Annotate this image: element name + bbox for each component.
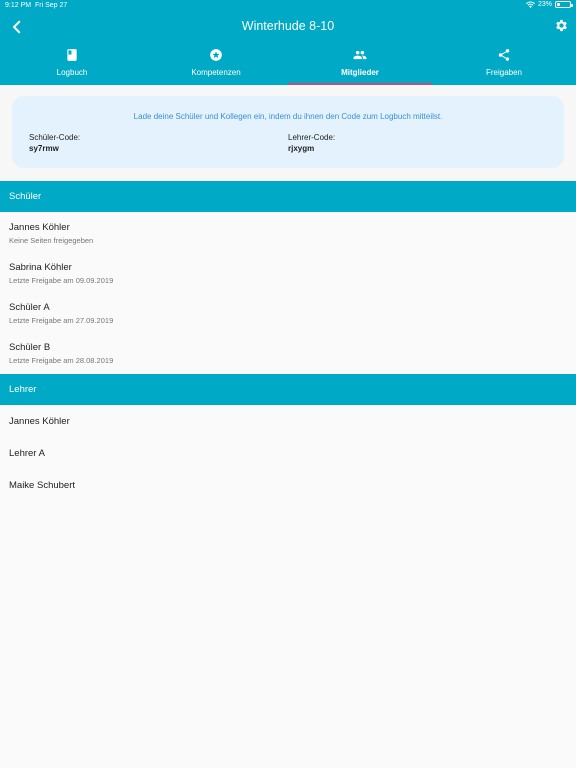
page-title: Winterhude 8-10 [241,19,335,33]
member-status: Letzte Freigabe am 27.09.2019 [9,316,114,325]
status-right: 23% [525,1,573,8]
list-item[interactable]: Jannes Köhler [0,405,576,437]
status-time: 9:12 PM [5,2,32,9]
tab-indicator [0,83,144,85]
invite-text: Lade deine Schüler und Kollegen ein, ind… [133,112,443,121]
member-name: Maike Schubert [9,480,76,491]
teacher-code-value: rjxygm [288,144,315,153]
gear-icon[interactable] [554,18,569,33]
teacher-code-block: Lehrer-Code: rjxygm [288,133,335,153]
people-icon [353,50,367,60]
tab-label: Logbuch [56,68,88,77]
section-header-students: Schüler [0,181,576,212]
member-status: Keine Seiten freigegeben [9,236,94,245]
battery-icon [555,1,573,8]
tab-logbuch[interactable]: Logbuch [0,46,144,85]
list-item[interactable]: Maike Schubert [0,469,576,501]
wifi-icon [525,1,535,8]
member-status: Letzte Freigabe am 28.08.2019 [9,356,114,365]
member-name: Jannes Köhler [9,416,70,427]
tab-freigaben[interactable]: Freigaben [432,46,576,85]
list-item[interactable]: Sabrina Köhler Letzte Freigabe am 09.09.… [0,252,576,292]
teacher-code-label: Lehrer-Code: [288,133,336,142]
member-name: Sabrina Köhler [9,262,72,273]
student-list: Jannes Köhler Keine Seiten freigegeben S… [0,212,576,374]
tab-label: Freigaben [485,68,523,77]
list-item[interactable]: Lehrer A [0,437,576,469]
status-date: Fri Sep 27 [35,2,68,9]
tab-indicator [432,83,576,85]
battery-percent: 23% [537,1,552,8]
tab-bar: Logbuch Kompetenzen Mitglieder Freigaben [0,46,576,85]
student-code-value: sy7rmw [29,144,59,153]
tab-indicator [288,83,432,85]
section-header-teachers: Lehrer [0,374,576,405]
tab-kompetenzen[interactable]: Kompetenzen [144,46,288,85]
tab-indicator [144,83,288,85]
star-badge-icon [210,49,222,61]
list-item[interactable]: Schüler B Letzte Freigabe am 28.08.2019 [0,332,576,374]
member-name: Lehrer A [9,448,45,459]
share-icon [498,49,510,61]
status-bar: 9:12 PM Fri Sep 27 23% [0,0,576,12]
teacher-list: Jannes Köhler Lehrer A Maike Schubert [0,405,576,501]
tab-label: Mitglieder [341,68,379,77]
empty-area [0,500,576,768]
book-icon [67,49,77,61]
invite-card: Lade deine Schüler und Kollegen ein, ind… [12,96,564,168]
app-header: 9:12 PM Fri Sep 27 23% Winterhude 8-10 L… [0,0,576,85]
member-name: Schüler B [9,342,51,353]
student-code-label: Schüler-Code: [29,133,81,142]
tab-label: Kompetenzen [191,68,241,77]
member-name: Jannes Köhler [9,222,70,233]
student-code-block: Schüler-Code: sy7rmw [29,133,80,153]
member-status: Letzte Freigabe am 09.09.2019 [9,276,114,285]
member-name: Schüler A [9,302,50,313]
list-item[interactable]: Jannes Köhler Keine Seiten freigegeben [0,212,576,252]
list-item[interactable]: Schüler A Letzte Freigabe am 27.09.2019 [0,292,576,332]
tab-mitglieder[interactable]: Mitglieder [288,46,432,85]
